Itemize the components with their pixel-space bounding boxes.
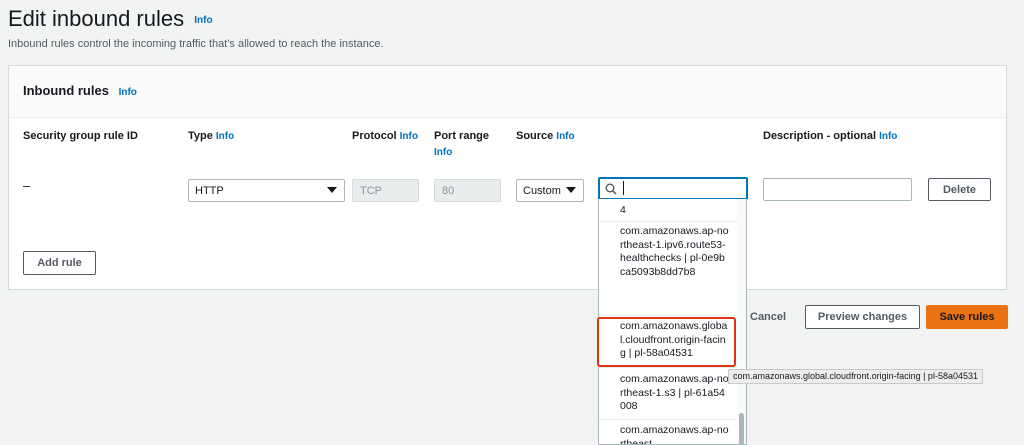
divider: [599, 221, 738, 222]
col-header-rule-id: Security group rule ID: [23, 130, 138, 142]
col-header-source: Source Info: [516, 130, 575, 142]
divider: [599, 367, 738, 368]
source-info-link[interactable]: Info: [556, 131, 574, 142]
page-description: Inbound rules control the incoming traff…: [8, 38, 384, 50]
dropdown-option[interactable]: 4: [599, 204, 738, 218]
type-select[interactable]: HTTP: [188, 179, 345, 202]
port-range-info-link[interactable]: Info: [434, 147, 489, 158]
dropdown-option[interactable]: com.amazonaws.ap-northeast-1.s3 | pl-61a…: [599, 373, 738, 414]
source-search-input[interactable]: [598, 177, 748, 200]
description-info-link[interactable]: Info: [879, 131, 897, 142]
rule-id-value: –: [23, 178, 31, 193]
dropdown-scrollbar[interactable]: [737, 199, 746, 444]
dropdown-option[interactable]: com.amazonaws.ap-northeast: [599, 424, 738, 444]
option-tooltip: com.amazonaws.global.cloudfront.origin-f…: [728, 369, 983, 384]
divider: [599, 419, 738, 420]
search-icon: [605, 183, 617, 195]
divider: [599, 315, 738, 316]
description-input[interactable]: [763, 178, 912, 201]
panel-title: Inbound rules Info: [23, 83, 137, 98]
save-rules-button[interactable]: Save rules: [926, 305, 1008, 329]
delete-rule-button[interactable]: Delete: [928, 178, 991, 201]
col-header-port-range: Port range Info: [434, 130, 490, 158]
dropdown-option[interactable]: com.amazonaws.ap-northeast-1.ipv6.route5…: [599, 225, 738, 279]
panel-header: Inbound rules Info: [9, 66, 1006, 118]
caret-down-icon: [327, 187, 337, 193]
dropdown-scrollbar-thumb[interactable]: [739, 413, 744, 444]
col-header-protocol: Protocol Info: [352, 130, 418, 142]
inbound-rules-panel: Inbound rules Info Security group rule I…: [8, 65, 1007, 290]
protocol-input: TCP: [352, 179, 419, 202]
type-info-link[interactable]: Info: [216, 131, 234, 142]
protocol-info-link[interactable]: Info: [400, 131, 418, 142]
col-header-type: Type Info: [188, 130, 235, 142]
page-title: Edit inbound rules Info: [8, 6, 213, 31]
port-range-input: 80: [434, 179, 501, 202]
page-info-link[interactable]: Info: [194, 15, 212, 26]
panel-info-link[interactable]: Info: [119, 87, 137, 98]
col-header-description: Description - optional Info: [763, 130, 898, 142]
cancel-button[interactable]: Cancel: [750, 311, 786, 323]
preview-changes-button[interactable]: Preview changes: [805, 305, 920, 329]
caret-down-icon: [566, 187, 576, 193]
source-select[interactable]: Custom: [516, 179, 584, 202]
add-rule-button[interactable]: Add rule: [23, 251, 96, 275]
text-cursor: [623, 181, 624, 195]
highlight-box: [597, 317, 736, 367]
